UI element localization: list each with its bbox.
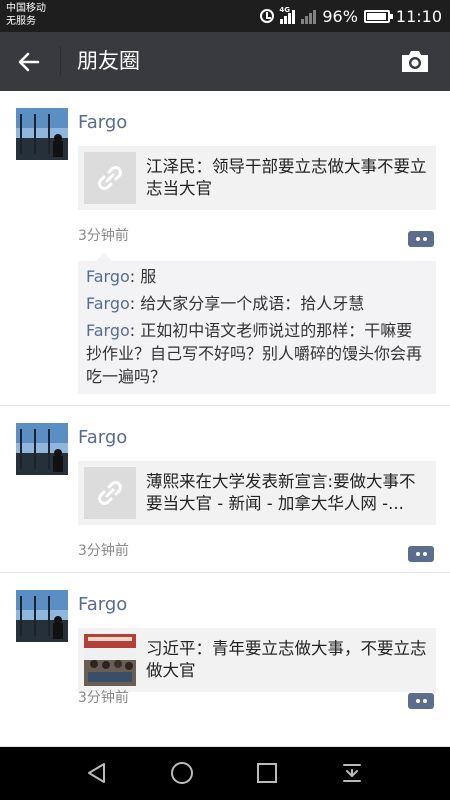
- comment[interactable]: Fargo: 正如初中语文老师说过的那样：干嘛要抄作业？自己写不好吗？别人嚼碎的…: [86, 319, 428, 388]
- avatar[interactable]: [16, 590, 68, 642]
- shared-link-card[interactable]: 江泽民：领导干部要立志做大事不要立志当大官: [78, 146, 436, 210]
- system-home-button[interactable]: [170, 761, 194, 785]
- battery-percent: 96%: [322, 6, 358, 26]
- camera-button[interactable]: [400, 49, 430, 74]
- camera-icon: [402, 51, 428, 72]
- classroom-photo: [84, 634, 136, 686]
- carrier-name: 中国移动: [6, 3, 46, 14]
- link-icon: [98, 481, 122, 505]
- page-title: 朋友圈: [77, 49, 140, 73]
- moment-post: Fargo 江泽民：领导干部要立志做大事不要立志当大官 3分钟前 Fargo: …: [0, 91, 450, 406]
- shared-link-card[interactable]: 薄熙来在大学发表新宣言:要做大事不要当大官 - 新闻 - 加拿大华人网 -...: [78, 461, 436, 525]
- avatar[interactable]: [16, 108, 68, 160]
- commenter-name[interactable]: Fargo: [86, 294, 130, 313]
- post-time: 3分钟前: [78, 228, 129, 244]
- commenter-name[interactable]: Fargo: [86, 321, 130, 340]
- arrow-left-icon: [18, 52, 40, 72]
- moments-feed[interactable]: Fargo 江泽民：领导干部要立志做大事不要立志当大官 3分钟前 Fargo: …: [0, 91, 450, 747]
- commenter-name[interactable]: Fargo: [86, 267, 130, 286]
- comment-button[interactable]: [408, 546, 434, 562]
- status-bar: 中国移动 无服务 4G 96% 11:10: [0, 0, 450, 32]
- avatar[interactable]: [16, 423, 68, 475]
- title-divider: [60, 46, 61, 76]
- square-recent-icon: [257, 763, 277, 783]
- comment-text: : 正如初中语文老师说过的那样：干嘛要抄作业？自己写不好吗？别人嚼碎的馒头你会再…: [86, 321, 423, 386]
- link-thumbnail: [84, 467, 136, 519]
- network-type: 4G: [279, 6, 290, 14]
- service-status: 无服务: [6, 16, 36, 27]
- clock: 11:10: [395, 6, 442, 26]
- no-signal-icon: [301, 8, 317, 24]
- title-bar: 朋友圈: [0, 32, 450, 91]
- comments-section: Fargo: 服 Fargo: 给大家分享一个成语：拾人牙慧 Fargo: 正如…: [78, 253, 436, 394]
- comment-text: : 服: [129, 267, 157, 286]
- system-notification-button[interactable]: [340, 761, 364, 785]
- post-time: 3分钟前: [78, 543, 129, 559]
- link-thumbnail: [84, 634, 136, 686]
- comment-button[interactable]: [408, 693, 434, 709]
- battery-level: [366, 12, 387, 20]
- moment-post: Fargo 薄熙来在大学发表新宣言:要做大事不要当大官 - 新闻 - 加拿大华人…: [0, 406, 450, 573]
- circle-home-icon: [171, 762, 193, 784]
- author-name[interactable]: Fargo: [78, 427, 127, 449]
- shared-link-card[interactable]: 习近平：青年要立志做大事，不要立志做大官: [78, 628, 436, 692]
- triangle-back-icon: [88, 763, 105, 783]
- battery-icon: [363, 9, 393, 23]
- post-time: 3分钟前: [78, 690, 129, 706]
- status-indicators: 4G 96% 11:10: [260, 0, 442, 32]
- link-icon: [98, 166, 122, 190]
- carrier-info: 中国移动 无服务: [6, 2, 46, 28]
- avatar-image: [16, 108, 68, 160]
- comment[interactable]: Fargo: 给大家分享一个成语：拾人牙慧: [86, 292, 428, 315]
- comment[interactable]: Fargo: 服: [86, 265, 428, 288]
- link-title: 江泽民：领导干部要立志做大事不要立志当大官: [146, 157, 427, 198]
- author-name[interactable]: Fargo: [78, 594, 127, 616]
- alarm-icon: [260, 9, 275, 23]
- back-button[interactable]: [16, 49, 42, 75]
- system-back-button[interactable]: [85, 761, 109, 785]
- signal-icon: 4G: [279, 6, 296, 24]
- comment-text: : 给大家分享一个成语：拾人牙慧: [129, 294, 365, 313]
- comment-button[interactable]: [408, 231, 434, 247]
- link-title: 习近平：青年要立志做大事，不要立志做大官: [146, 639, 427, 680]
- moment-post: Fargo 习近平：青年要立志做大事，不要立志做大官 3分钟前: [0, 573, 450, 747]
- author-name[interactable]: Fargo: [78, 112, 127, 134]
- pull-down-icon: [343, 764, 361, 782]
- system-recent-button[interactable]: [255, 761, 279, 785]
- avatar-image: [16, 423, 68, 475]
- avatar-image: [16, 590, 68, 642]
- link-title: 薄熙来在大学发表新宣言:要做大事不要当大官 - 新闻 - 加拿大华人网 -...: [146, 472, 416, 513]
- system-nav-bar: [0, 747, 450, 800]
- link-thumbnail: [84, 152, 136, 204]
